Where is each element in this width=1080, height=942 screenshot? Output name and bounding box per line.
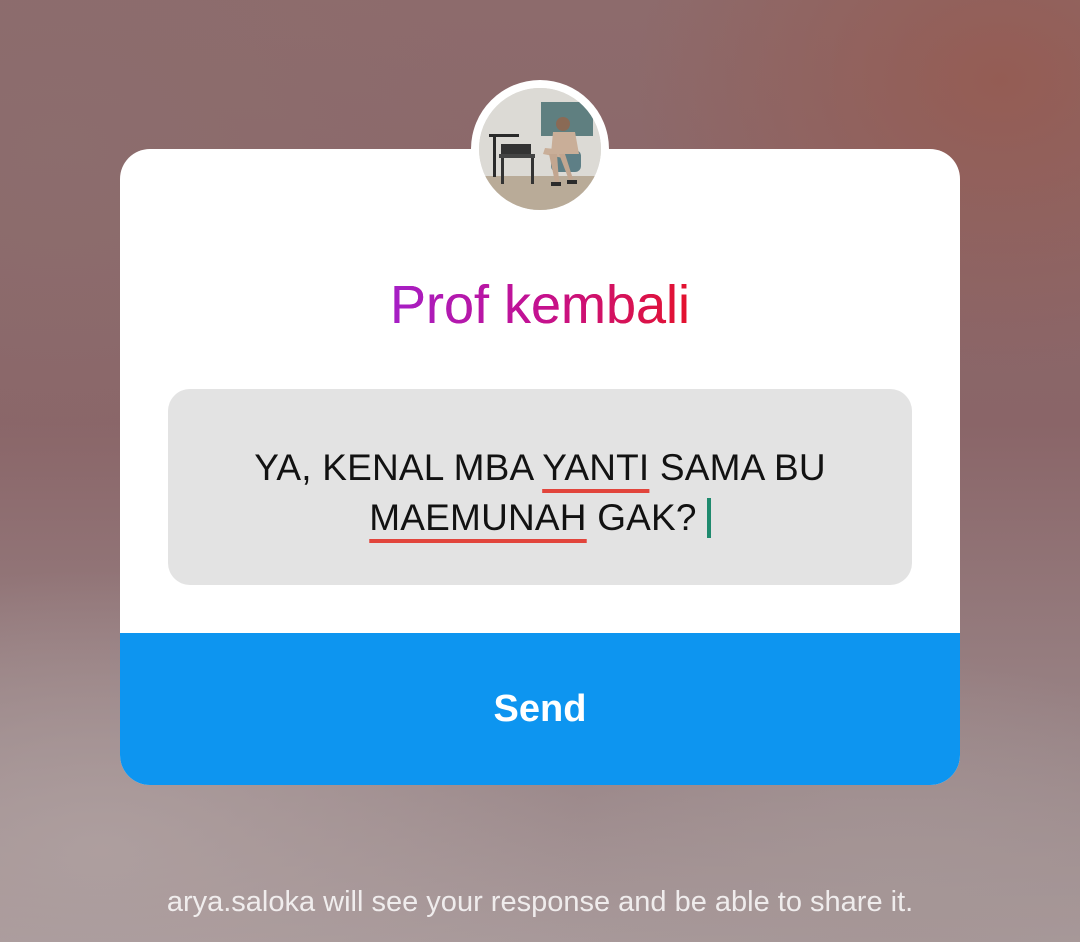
privacy-note: arya.saloka will see your response and b…: [166, 886, 914, 918]
sticker-title-text: Prof kembali: [389, 275, 691, 335]
misspelled-word[interactable]: MAEMUNAH: [369, 497, 586, 538]
question-sticker-card: Prof kembali YA, KENAL MBA YANTI SAMA BU…: [120, 149, 960, 785]
avatar-photo: [479, 88, 601, 210]
sticker-title: Prof kembali: [120, 275, 960, 335]
avatar-ring: [471, 80, 609, 218]
misspelled-word[interactable]: YANTI: [542, 447, 649, 488]
answer-text-segment: SAMA BU: [649, 447, 826, 488]
text-caret: [706, 498, 711, 538]
send-button[interactable]: Send: [120, 633, 960, 785]
answer-text-segment: YA, KENAL MBA: [254, 447, 543, 488]
answer-text-segment: GAK?: [586, 497, 697, 538]
answer-text[interactable]: YA, KENAL MBA YANTI SAMA BU MAEMUNAH GAK?: [168, 443, 912, 543]
answer-input[interactable]: YA, KENAL MBA YANTI SAMA BU MAEMUNAH GAK?: [168, 389, 912, 585]
avatar: [479, 88, 601, 210]
